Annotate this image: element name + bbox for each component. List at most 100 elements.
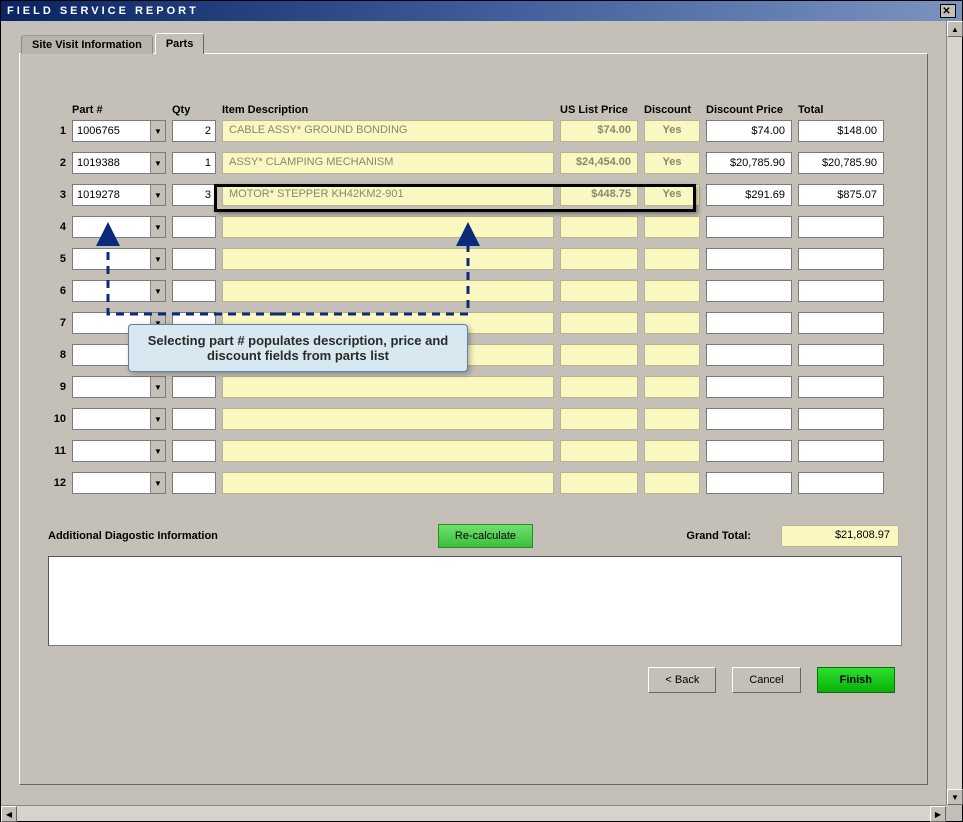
discount-price-input[interactable] — [706, 184, 792, 206]
total-input[interactable] — [798, 120, 884, 142]
discount-price-input[interactable] — [706, 472, 792, 494]
row-number: 11 — [48, 445, 72, 457]
part-combo[interactable]: ▼ — [72, 280, 166, 302]
part-input[interactable] — [73, 473, 150, 493]
chevron-down-icon[interactable]: ▼ — [150, 473, 165, 493]
chevron-down-icon[interactable]: ▼ — [150, 217, 165, 237]
parts-grid: Part # Qty Item Description US List Pric… — [48, 104, 899, 494]
total-input[interactable] — [798, 312, 884, 334]
total-input[interactable] — [798, 152, 884, 174]
qty-input[interactable] — [172, 184, 216, 206]
header-disc: Discount — [644, 104, 700, 116]
tab-site-visit[interactable]: Site Visit Information — [21, 35, 153, 54]
tab-parts[interactable]: Parts — [155, 33, 205, 54]
grand-total-value: $21,808.97 — [781, 525, 899, 547]
recalculate-button[interactable]: Re-calculate — [438, 524, 533, 548]
chevron-down-icon[interactable]: ▼ — [150, 409, 165, 429]
price-field — [560, 376, 638, 398]
chevron-down-icon[interactable]: ▼ — [150, 121, 165, 141]
titlebar: FIELD SERVICE REPORT ✕ — [1, 1, 962, 21]
desc-field — [222, 472, 554, 494]
back-button[interactable]: < Back — [648, 667, 716, 693]
part-combo[interactable]: ▼ — [72, 376, 166, 398]
discount-price-input[interactable] — [706, 440, 792, 462]
part-input[interactable] — [73, 153, 150, 173]
row-number: 10 — [48, 413, 72, 425]
discount-price-input[interactable] — [706, 248, 792, 270]
part-input[interactable] — [73, 217, 150, 237]
qty-input[interactable] — [172, 216, 216, 238]
price-field — [560, 408, 638, 430]
chevron-down-icon[interactable]: ▼ — [150, 281, 165, 301]
total-input[interactable] — [798, 344, 884, 366]
total-input[interactable] — [798, 440, 884, 462]
finish-button[interactable]: Finish — [817, 667, 895, 693]
part-combo[interactable]: ▼ — [72, 248, 166, 270]
qty-input[interactable] — [172, 152, 216, 174]
discount-field: Yes — [644, 184, 700, 206]
total-input[interactable] — [798, 472, 884, 494]
qty-input[interactable] — [172, 408, 216, 430]
part-combo[interactable]: ▼ — [72, 184, 166, 206]
scroll-left-icon[interactable]: ◀ — [1, 806, 17, 822]
total-input[interactable] — [798, 248, 884, 270]
qty-input[interactable] — [172, 472, 216, 494]
discount-price-input[interactable] — [706, 376, 792, 398]
qty-input[interactable] — [172, 376, 216, 398]
close-button[interactable]: ✕ — [940, 4, 956, 18]
chevron-down-icon[interactable]: ▼ — [150, 377, 165, 397]
qty-input[interactable] — [172, 280, 216, 302]
qty-input[interactable] — [172, 248, 216, 270]
scroll-down-icon[interactable]: ▼ — [947, 789, 963, 805]
discount-price-input[interactable] — [706, 408, 792, 430]
chevron-down-icon[interactable]: ▼ — [150, 249, 165, 269]
table-row: 3▼MOTOR* STEPPER KH42KM2-901$448.75Yes — [48, 184, 899, 206]
qty-input[interactable] — [172, 120, 216, 142]
header-part: Part # — [72, 104, 166, 116]
chevron-down-icon[interactable]: ▼ — [150, 441, 165, 461]
discount-price-input[interactable] — [706, 120, 792, 142]
part-input[interactable] — [73, 409, 150, 429]
part-input[interactable] — [73, 185, 150, 205]
desc-field: ASSY* CLAMPING MECHANISM — [222, 152, 554, 174]
row-number: 5 — [48, 253, 72, 265]
cancel-button[interactable]: Cancel — [732, 667, 800, 693]
discount-price-input[interactable] — [706, 152, 792, 174]
grand-total-label: Grand Total: — [686, 530, 751, 542]
part-combo[interactable]: ▼ — [72, 120, 166, 142]
scroll-right-icon[interactable]: ▶ — [930, 806, 946, 822]
discount-price-input[interactable] — [706, 280, 792, 302]
price-field — [560, 440, 638, 462]
desc-field: CABLE ASSY* GROUND BONDING — [222, 120, 554, 142]
part-combo[interactable]: ▼ — [72, 152, 166, 174]
qty-input[interactable] — [172, 440, 216, 462]
total-input[interactable] — [798, 184, 884, 206]
chevron-down-icon[interactable]: ▼ — [150, 185, 165, 205]
diagnostic-textarea[interactable] — [48, 556, 902, 646]
price-field — [560, 216, 638, 238]
table-row: 12▼ — [48, 472, 899, 494]
part-combo[interactable]: ▼ — [72, 440, 166, 462]
scroll-up-icon[interactable]: ▲ — [947, 21, 963, 37]
part-input[interactable] — [73, 249, 150, 269]
discount-price-input[interactable] — [706, 312, 792, 334]
horizontal-scrollbar[interactable]: ◀ ▶ — [1, 805, 946, 821]
header-desc: Item Description — [222, 104, 554, 116]
price-field — [560, 344, 638, 366]
header-qty: Qty — [172, 104, 216, 116]
part-input[interactable] — [73, 281, 150, 301]
part-input[interactable] — [73, 377, 150, 397]
part-input[interactable] — [73, 441, 150, 461]
total-input[interactable] — [798, 408, 884, 430]
chevron-down-icon[interactable]: ▼ — [150, 153, 165, 173]
total-input[interactable] — [798, 280, 884, 302]
part-input[interactable] — [73, 121, 150, 141]
discount-price-input[interactable] — [706, 344, 792, 366]
part-combo[interactable]: ▼ — [72, 216, 166, 238]
part-combo[interactable]: ▼ — [72, 408, 166, 430]
discount-price-input[interactable] — [706, 216, 792, 238]
total-input[interactable] — [798, 216, 884, 238]
part-combo[interactable]: ▼ — [72, 472, 166, 494]
vertical-scrollbar[interactable]: ▲ ▼ — [946, 21, 962, 805]
total-input[interactable] — [798, 376, 884, 398]
